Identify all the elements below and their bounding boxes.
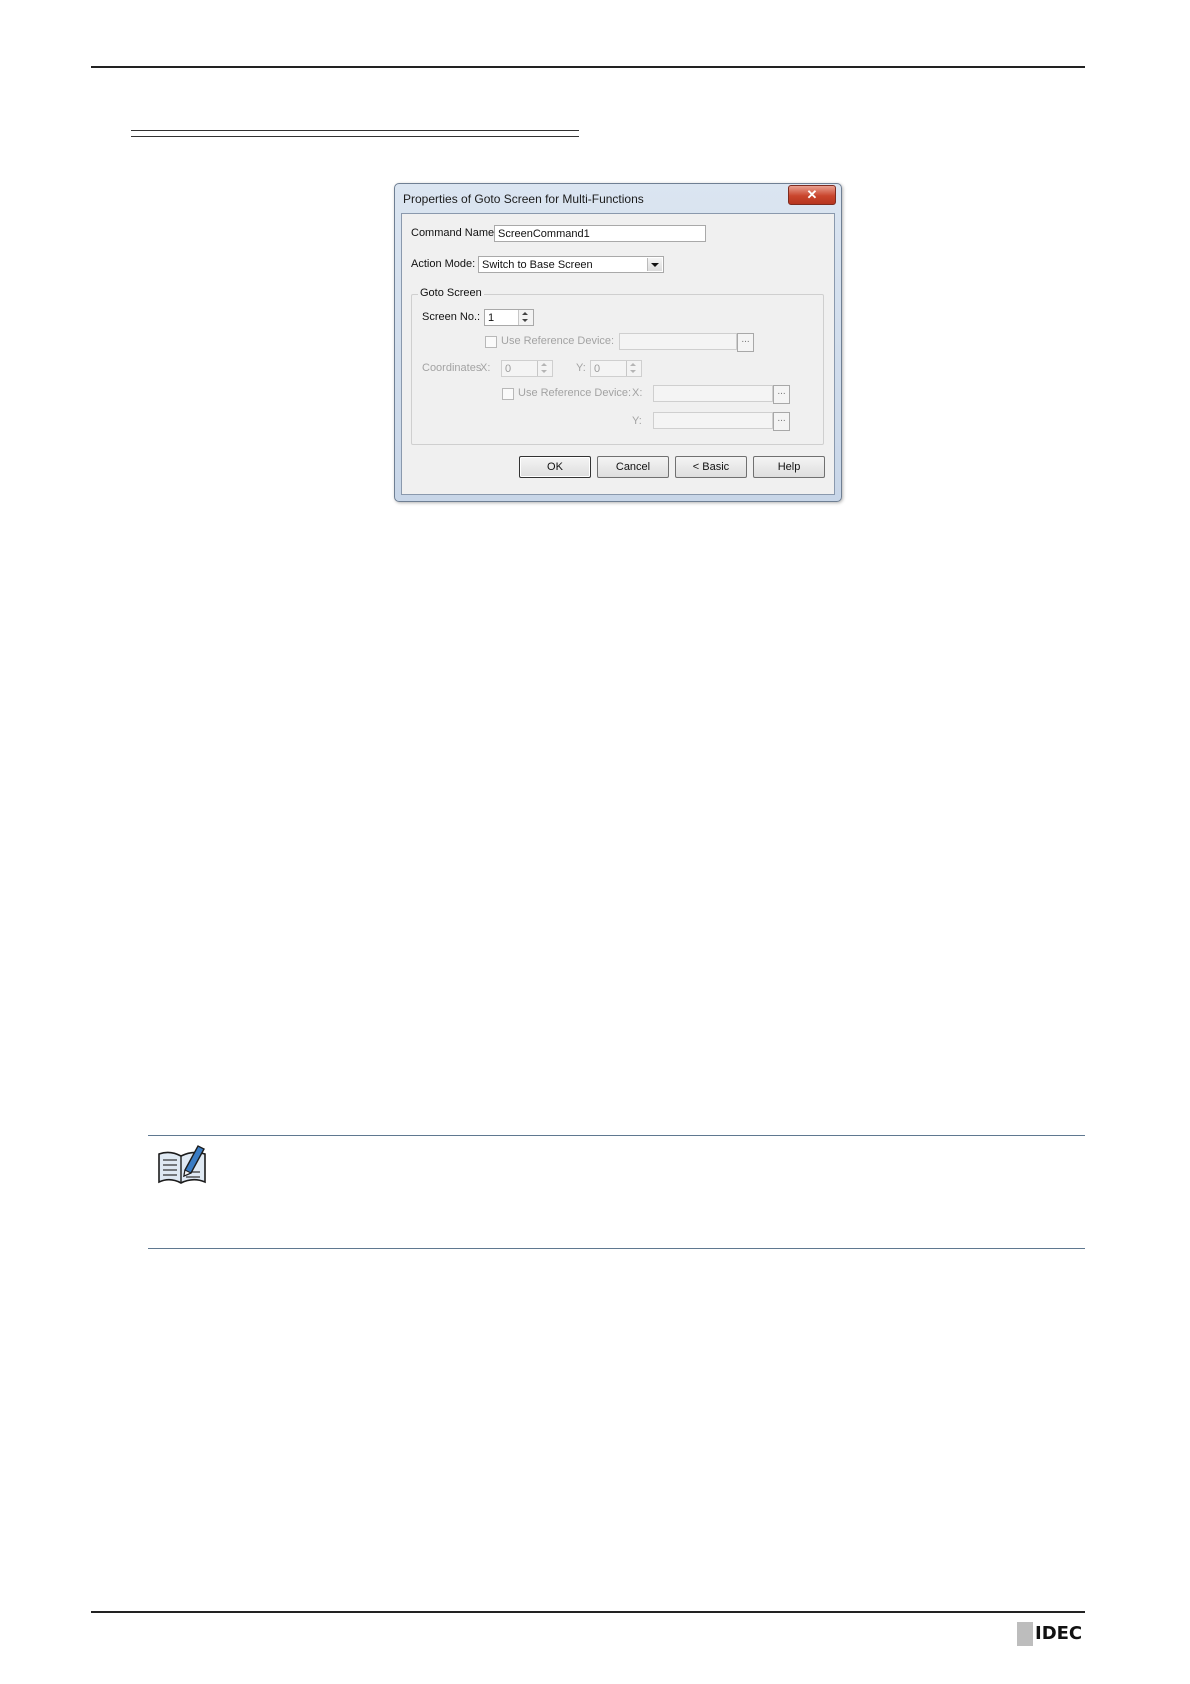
coordinate-x-stepper[interactable]: 0 [501, 360, 553, 377]
logo-bar [1017, 1622, 1033, 1646]
close-button[interactable]: ✕ [788, 185, 836, 205]
reference-x-field[interactable] [653, 385, 773, 402]
use-reference-device-coordinates-label: Use Reference Device: [518, 387, 632, 399]
coordinate-x-value: 0 [505, 363, 512, 375]
screen-no-value: 1 [488, 312, 495, 324]
dialog-client-area: Command Name: ScreenCommand1 Action Mode… [401, 213, 835, 495]
chevron-down-icon[interactable] [647, 258, 662, 271]
reference-device-field[interactable] [619, 333, 737, 350]
action-mode-value: Switch to Base Screen [482, 259, 593, 271]
goto-screen-group: Goto Screen Screen No.: 1 Use Reference … [411, 287, 824, 445]
coordinate-y-value: 0 [594, 363, 601, 375]
command-name-field[interactable]: ScreenCommand1 [494, 225, 706, 242]
reference-y-browse-button[interactable]: ... [773, 412, 790, 431]
cancel-button[interactable]: Cancel [597, 456, 669, 478]
use-reference-device-label: Use Reference Device: [501, 335, 615, 347]
coordinate-y-stepper[interactable]: 0 [590, 360, 642, 377]
header-rule [91, 66, 1085, 68]
reference-x-label: X: [632, 387, 643, 399]
spin-arrows-icon[interactable] [537, 361, 552, 376]
reference-device-browse-button[interactable]: ... [737, 333, 754, 352]
screen-no-stepper[interactable]: 1 [484, 309, 534, 326]
basic-button[interactable]: < Basic [675, 456, 747, 478]
spin-arrows-icon[interactable] [518, 310, 533, 325]
action-mode-label: Action Mode: [411, 258, 476, 270]
spin-arrows-icon[interactable] [626, 361, 641, 376]
note-book-pencil-icon [158, 1145, 206, 1184]
section-heading-rule [131, 130, 579, 137]
idec-logo: IDEC [1017, 1622, 1085, 1646]
footer-rule [91, 1611, 1085, 1613]
help-button[interactable]: Help [753, 456, 825, 478]
use-reference-device-checkbox[interactable] [485, 336, 497, 348]
goto-screen-properties-dialog: Properties of Goto Screen for Multi-Func… [394, 183, 842, 502]
screen-no-label: Screen No.: [422, 311, 481, 323]
note-top-rule [148, 1135, 1085, 1136]
goto-screen-group-title: Goto Screen [418, 287, 484, 299]
use-reference-device-coordinates-checkbox[interactable] [502, 388, 514, 400]
ok-button[interactable]: OK [519, 456, 591, 478]
coordinate-y-label: Y: [576, 362, 586, 374]
command-name-label: Command Name: [411, 227, 498, 239]
reference-y-label: Y: [632, 415, 642, 427]
coordinates-label: Coordinates [422, 362, 482, 374]
reference-y-field[interactable] [653, 412, 773, 429]
logo-text: IDEC [1035, 1623, 1083, 1644]
dialog-title: Properties of Goto Screen for Multi-Func… [403, 192, 644, 206]
reference-x-browse-button[interactable]: ... [773, 385, 790, 404]
coordinate-x-label: X: [480, 362, 491, 374]
note-bottom-rule [148, 1248, 1085, 1249]
action-mode-dropdown[interactable]: Switch to Base Screen [478, 256, 664, 273]
